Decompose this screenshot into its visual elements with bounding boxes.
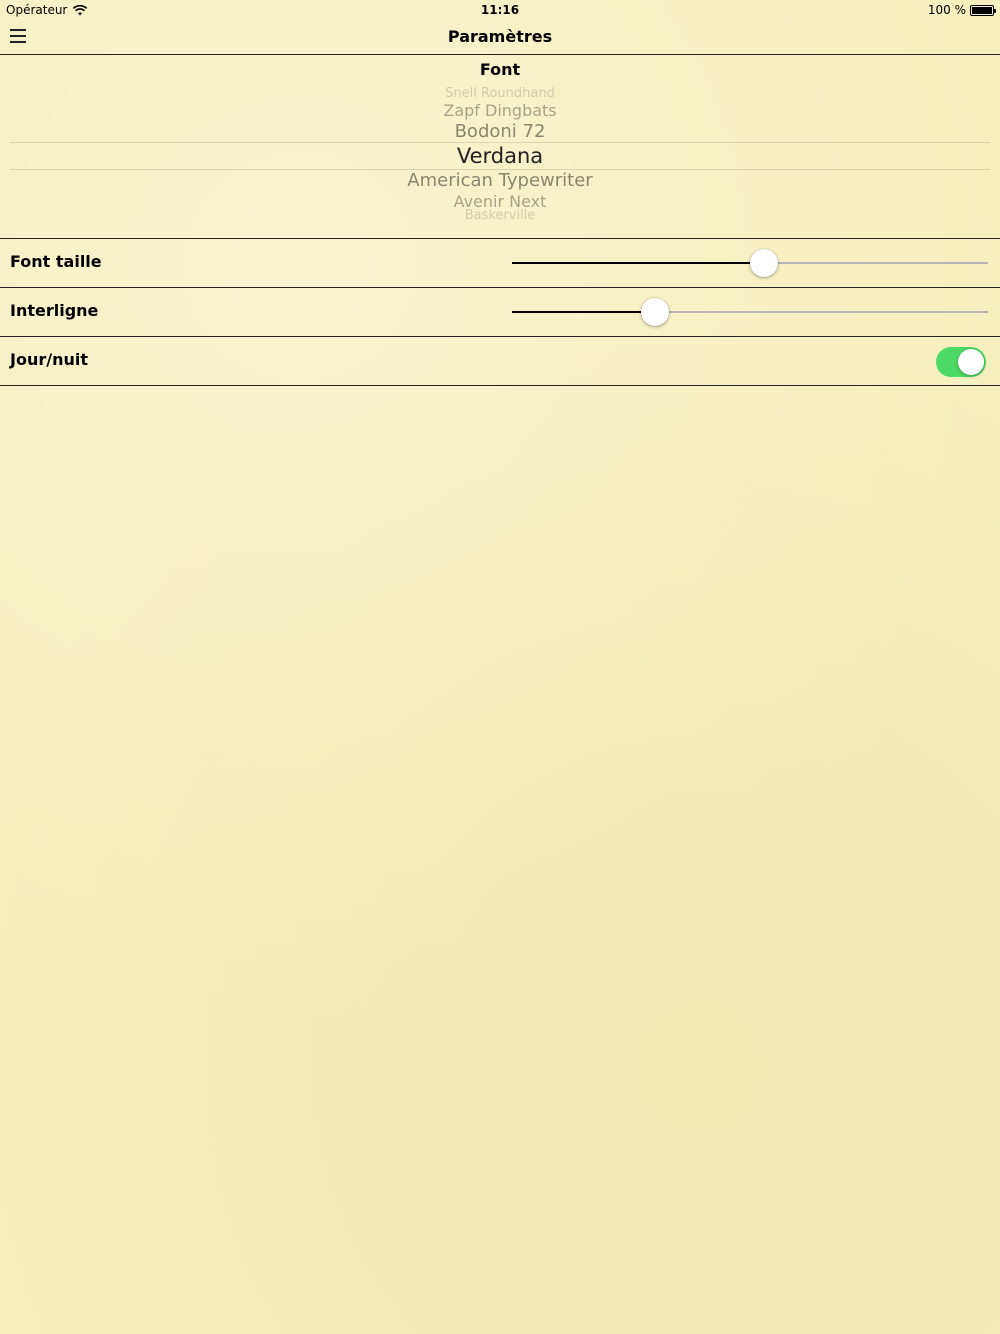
battery-fill: [972, 6, 992, 14]
picker-item[interactable]: Bodoni 72: [10, 121, 990, 142]
font-section-label: Font: [479, 60, 521, 79]
font-size-label: Font taille: [10, 252, 102, 271]
day-night-toggle[interactable]: [936, 347, 986, 377]
day-night-row: Jour/nuit: [0, 337, 1000, 386]
picker-item[interactable]: Snell Roundhand: [10, 87, 990, 98]
slider-track-fill: [512, 311, 655, 313]
picker-item[interactable]: American Typewriter: [10, 170, 990, 191]
status-right: 100 %: [927, 3, 996, 17]
picker-item[interactable]: Baskerville: [10, 208, 990, 219]
toggle-knob: [958, 349, 984, 375]
line-spacing-label: Interligne: [10, 301, 99, 320]
status-time: 11:16: [480, 3, 520, 17]
slider-thumb[interactable]: [640, 298, 669, 326]
font-size-row: Font taille: [0, 239, 1000, 288]
picker-selection-top-line: [10, 142, 990, 143]
font-size-slider[interactable]: [512, 249, 988, 277]
picker-item-selected[interactable]: Verdana: [10, 144, 990, 168]
picker-item[interactable]: Zapf Dingbats: [10, 101, 990, 120]
battery-icon: [970, 4, 996, 16]
battery-percent: 100 %: [927, 3, 966, 17]
status-bar: Opérateur 11:16 100 %: [0, 0, 1000, 20]
page-title: Paramètres: [447, 27, 553, 46]
navigation-bar: Paramètres: [0, 20, 1000, 55]
line-spacing-slider[interactable]: [512, 298, 988, 326]
font-picker[interactable]: Snell Roundhand Zapf Dingbats Bodoni 72 …: [10, 87, 990, 219]
font-section: Font Snell Roundhand Zapf Dingbats Bodon…: [0, 55, 1000, 239]
slider-track-fill: [512, 262, 765, 264]
line-spacing-row: Interligne: [0, 288, 1000, 337]
day-night-label: Jour/nuit: [10, 350, 88, 369]
slider-thumb[interactable]: [750, 249, 779, 277]
